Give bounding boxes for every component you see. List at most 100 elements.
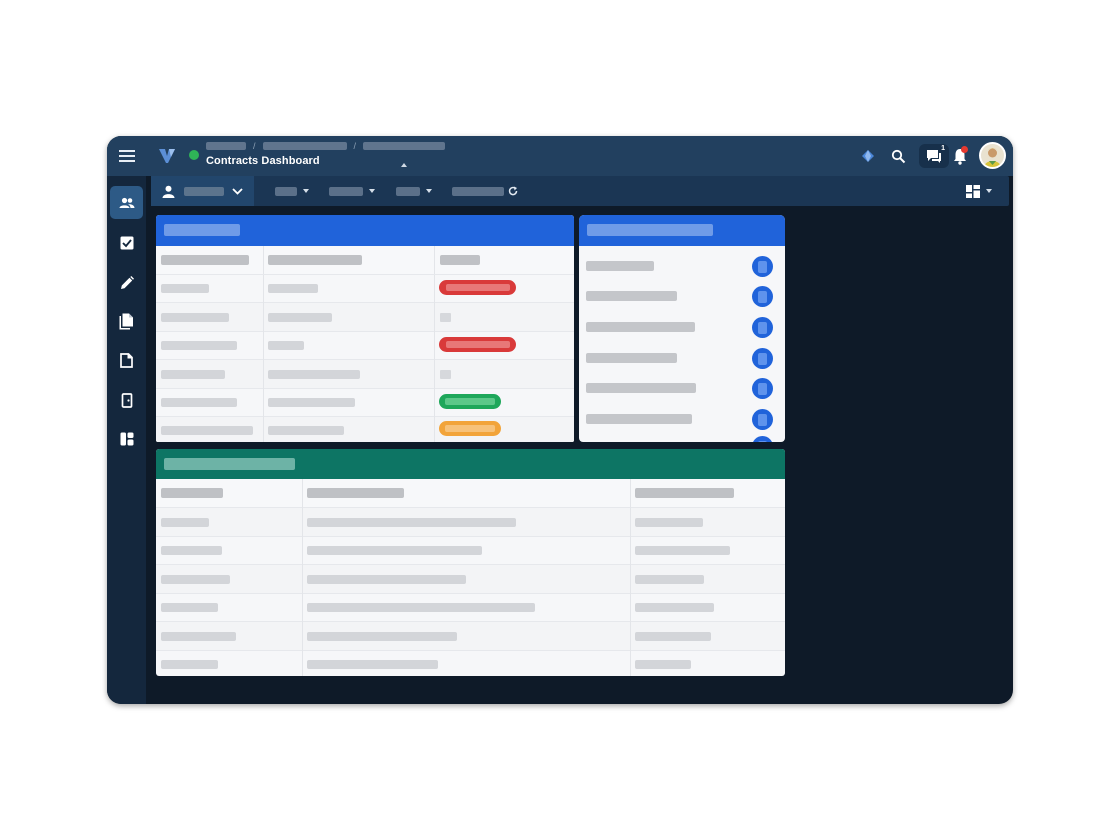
table-row[interactable] [156, 275, 574, 303]
table-cell [307, 575, 466, 584]
caret-down-icon [369, 189, 375, 193]
list-item[interactable] [586, 261, 654, 271]
sidebar-item-file[interactable] [110, 344, 143, 377]
filter-toolbar [151, 176, 1009, 206]
list-item[interactable] [586, 322, 695, 332]
column-header[interactable] [440, 255, 480, 265]
document-button[interactable] [752, 317, 773, 338]
status-badge [439, 337, 516, 352]
details-panel-header [156, 449, 785, 479]
document-button[interactable] [752, 378, 773, 399]
panel-title [164, 458, 295, 470]
notifications-button[interactable] [950, 146, 970, 166]
people-icon [119, 197, 134, 208]
sidebar-item-people[interactable] [110, 186, 143, 219]
refresh-control[interactable] [452, 184, 518, 198]
table-row[interactable] [156, 389, 574, 417]
table-cell [635, 518, 703, 527]
table-cell [635, 546, 730, 555]
table-cell [268, 313, 332, 322]
search-icon[interactable] [888, 146, 908, 166]
refresh-icon [508, 186, 518, 196]
table-cell [161, 603, 218, 612]
notification-dot [961, 146, 968, 153]
column-divider [630, 479, 631, 676]
filter-dropdown[interactable] [396, 184, 432, 198]
table-row[interactable] [156, 303, 574, 332]
filter-dropdown[interactable] [275, 184, 309, 198]
table-cell [268, 398, 355, 407]
sidebar-item-tasks[interactable] [110, 226, 143, 259]
hamburger-icon[interactable] [119, 148, 135, 164]
column-header[interactable] [161, 488, 223, 498]
table-row[interactable] [156, 417, 574, 442]
top-bar: / / Contracts Dashboard 1 [107, 136, 1013, 176]
contracts-panel-header [156, 215, 574, 246]
document-icon [758, 260, 767, 273]
column-header[interactable] [268, 255, 362, 265]
column-header[interactable] [161, 255, 249, 265]
breadcrumb-item[interactable] [262, 142, 347, 150]
table-cell [307, 660, 438, 669]
table-row[interactable] [156, 360, 574, 389]
column-header[interactable] [635, 488, 734, 498]
pencil-icon [120, 275, 134, 289]
breadcrumb-separator: / [353, 140, 357, 151]
document-icon [758, 440, 767, 442]
table-cell [161, 632, 236, 641]
document-button[interactable] [752, 436, 773, 442]
file-icon [120, 353, 133, 368]
sidebar-item-exit[interactable] [110, 384, 143, 417]
status-badge [439, 421, 501, 436]
document-button[interactable] [752, 348, 773, 369]
sidebar-item-documents[interactable] [110, 305, 143, 338]
table-row[interactable] [156, 594, 785, 622]
list-item[interactable] [586, 383, 696, 393]
chevron-up-icon[interactable] [401, 163, 407, 167]
door-icon [121, 393, 132, 408]
assignments-panel-header [579, 215, 785, 246]
table-header-row [156, 479, 785, 508]
table-cell [161, 284, 209, 293]
table-cell [307, 518, 516, 527]
list-item[interactable] [586, 353, 677, 363]
column-header[interactable] [307, 488, 404, 498]
list-item[interactable] [586, 291, 677, 301]
table-row[interactable] [156, 508, 785, 537]
table-cell [161, 518, 209, 527]
document-icon [758, 290, 767, 303]
page-title[interactable]: Contracts Dashboard [206, 155, 320, 167]
sidebar-item-layout[interactable] [110, 422, 143, 455]
view-selector[interactable] [151, 176, 254, 206]
contracts-panel [156, 215, 574, 442]
diamond-icon[interactable] [858, 146, 878, 166]
document-button[interactable] [752, 286, 773, 307]
layout-switcher[interactable] [958, 180, 1000, 202]
breadcrumb: / / [206, 140, 446, 151]
app-logo[interactable] [157, 146, 177, 166]
user-avatar[interactable] [979, 142, 1006, 169]
list-item[interactable] [586, 414, 692, 424]
table-row[interactable] [156, 332, 574, 360]
table-cell [307, 603, 535, 612]
table-row[interactable] [156, 537, 785, 565]
chat-count-badge: 1 [941, 145, 945, 152]
table-cell [161, 575, 230, 584]
document-button[interactable] [752, 256, 773, 277]
table-row[interactable] [156, 622, 785, 651]
layout-icon [966, 184, 980, 198]
sidebar-item-edit[interactable] [110, 266, 143, 299]
filter-dropdown[interactable] [329, 184, 375, 198]
document-button[interactable] [752, 409, 773, 430]
documents-icon [119, 313, 133, 330]
breadcrumb-item[interactable] [363, 142, 446, 150]
chat-button[interactable]: 1 [919, 144, 949, 168]
refresh-label [452, 186, 504, 196]
table-row[interactable] [156, 651, 785, 676]
table-cell [161, 341, 237, 350]
status-badge [439, 394, 501, 409]
breadcrumb-item[interactable] [206, 142, 246, 150]
document-icon [758, 382, 767, 395]
table-row[interactable] [156, 565, 785, 594]
document-icon [758, 413, 767, 426]
